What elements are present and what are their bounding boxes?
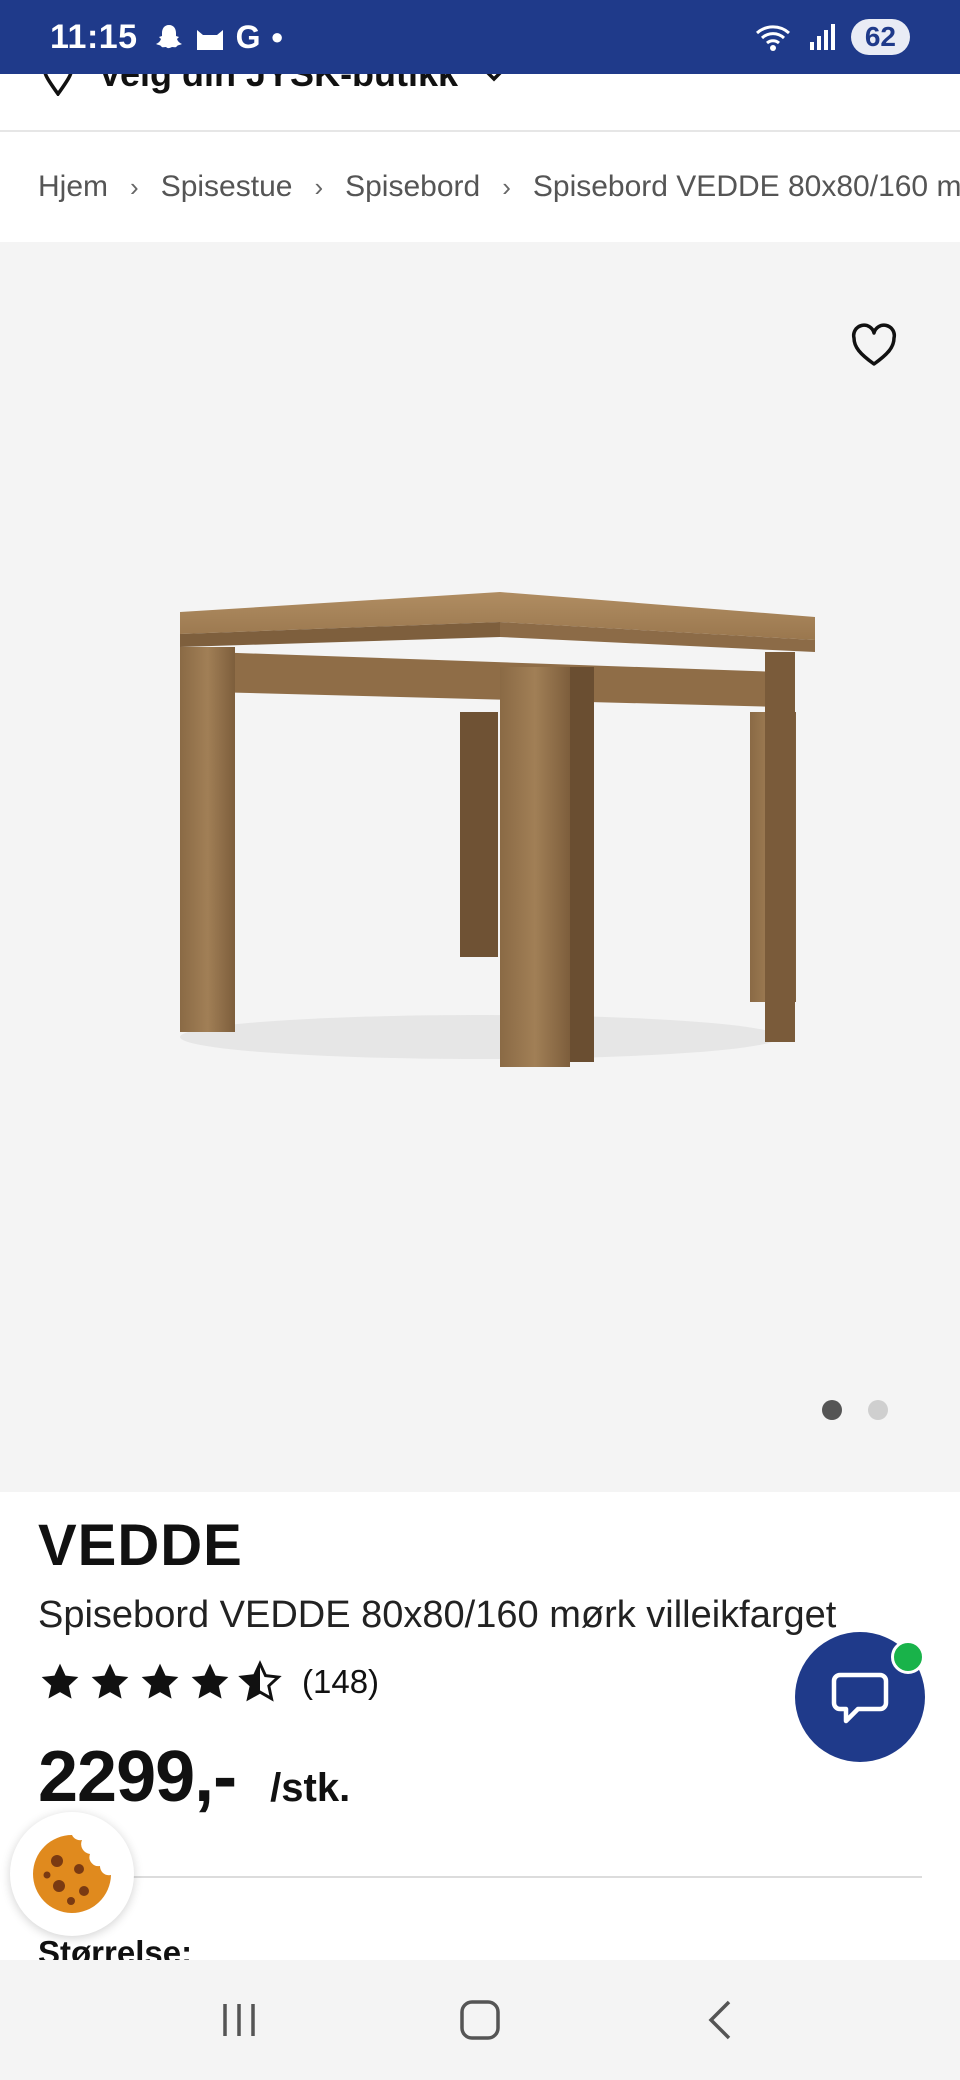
section-divider xyxy=(38,1876,922,1878)
star-half-icon xyxy=(238,1660,282,1702)
breadcrumb-separator-icon: › xyxy=(314,171,324,202)
breadcrumb-spisebord[interactable]: Spisebord xyxy=(345,170,480,204)
battery-indicator: 62 xyxy=(850,19,910,55)
product-gallery[interactable] xyxy=(0,242,960,1492)
product-image-table xyxy=(180,592,815,1067)
home-icon[interactable] xyxy=(456,1996,504,2044)
product-brand: VEDDE xyxy=(38,1513,243,1578)
back-icon[interactable] xyxy=(699,1998,743,2042)
gallery-dot-2[interactable] xyxy=(868,1400,888,1420)
gallery-pagination xyxy=(822,1400,888,1420)
star-full-icon xyxy=(91,1663,129,1699)
cookie-settings-button[interactable] xyxy=(10,1812,134,1936)
recent-apps-icon[interactable] xyxy=(217,1998,261,2042)
status-right: 62 xyxy=(753,19,910,55)
star-full-icon xyxy=(141,1663,179,1699)
chat-button[interactable] xyxy=(795,1632,925,1762)
chevron-down-icon xyxy=(486,74,502,82)
snapchat-icon xyxy=(155,25,182,49)
star-full-icon xyxy=(191,1663,229,1699)
status-time: 11:15 xyxy=(50,17,138,56)
signal-icon xyxy=(809,24,835,50)
breadcrumb-spisestue[interactable]: Spisestue xyxy=(161,170,293,204)
product-rating[interactable]: (148) xyxy=(38,1660,379,1704)
location-pin-icon xyxy=(43,74,73,96)
carrier-letter: G xyxy=(235,18,261,55)
status-bar: 11:15 G ● 62 xyxy=(0,0,960,74)
chat-bubble-icon xyxy=(831,1672,889,1724)
heart-outline-icon[interactable] xyxy=(850,322,898,370)
gallery-dot-1[interactable] xyxy=(822,1400,842,1420)
price-unit: /stk. xyxy=(270,1766,351,1810)
store-selector[interactable]: Velg din JYSK-butikk xyxy=(0,74,960,132)
system-nav-bar xyxy=(0,1960,960,2080)
online-status-badge xyxy=(891,1640,925,1674)
star-full-icon xyxy=(41,1663,79,1699)
cookie-icon xyxy=(33,1835,112,1913)
dot-indicator: ● xyxy=(270,24,284,49)
product-price: 2299,- xyxy=(38,1737,237,1817)
cat-app-icon xyxy=(196,30,223,50)
price-row: 2299,- /stk. xyxy=(38,1736,350,1818)
product-name: Spisebord VEDDE 80x80/160 mørk villeikfa… xyxy=(38,1594,837,1636)
breadcrumb-separator-icon: › xyxy=(502,171,511,202)
review-count[interactable]: (148) xyxy=(302,1663,379,1701)
breadcrumb-separator-icon: › xyxy=(130,171,139,202)
notification-icons: G ● xyxy=(154,19,284,56)
store-selector-label: Velg din JYSK-butikk xyxy=(98,74,458,95)
wifi-icon xyxy=(755,25,790,51)
breadcrumb: Hjem › Spisestue › Spisebord › Spisebord… xyxy=(0,132,960,242)
breadcrumb-home[interactable]: Hjem xyxy=(38,170,108,204)
breadcrumb-current-product: Spisebord VEDDE 80x80/160 mørk villeikfa… xyxy=(532,170,960,203)
